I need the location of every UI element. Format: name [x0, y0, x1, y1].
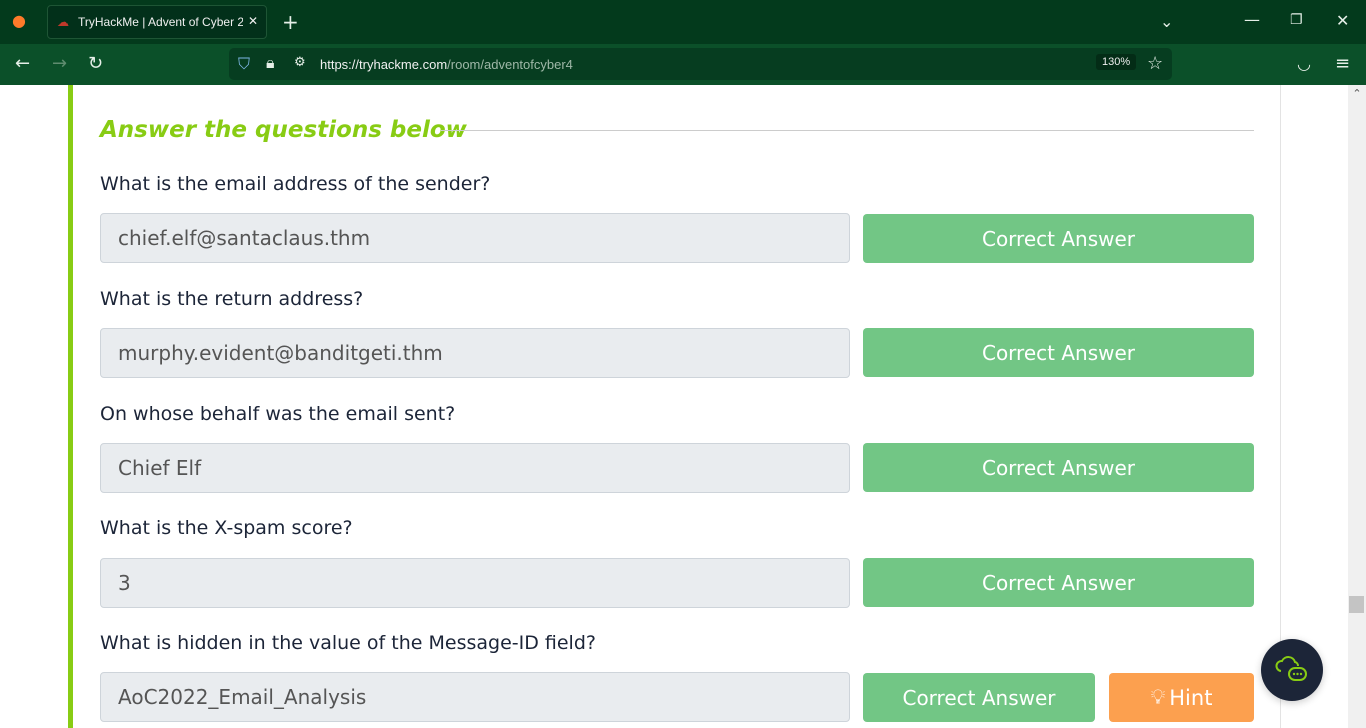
answer-input[interactable]: chief.elf@santaclaus.thm [100, 213, 850, 263]
shield-icon[interactable]: ⛉ [238, 56, 250, 72]
tryhackme-icon: ☁ [57, 15, 69, 29]
correct-answer-button[interactable]: Correct Answer [863, 443, 1254, 492]
question-text: What is hidden in the value of the Messa… [100, 632, 596, 654]
menu-icon[interactable]: ≡ [1335, 55, 1350, 73]
close-window-icon[interactable]: ✕ [1336, 13, 1349, 29]
lightbulb-icon: 💡︎ [1150, 685, 1166, 709]
reload-icon[interactable]: ↻ [88, 55, 103, 73]
scroll-up-icon[interactable]: ⌃ [1348, 87, 1366, 100]
hint-button[interactable]: 💡︎ Hint [1109, 673, 1254, 722]
back-icon[interactable]: ← [15, 55, 30, 73]
hint-label: Hint [1169, 685, 1213, 710]
section-heading: Answer the questions below [100, 117, 467, 143]
zoom-level[interactable]: 130% [1096, 54, 1137, 70]
question-text: What is the X-spam score? [100, 517, 353, 539]
forward-icon: → [52, 53, 68, 74]
firefox-icon[interactable]: ● [12, 13, 26, 29]
answer-input[interactable]: AoC2022_Email_Analysis [100, 672, 850, 722]
pocket-icon[interactable]: ◡ [1297, 56, 1311, 72]
question-text: What is the return address? [100, 288, 364, 310]
lock-icon[interactable]: 🔒︎ [266, 55, 275, 71]
accent-bar [68, 85, 73, 728]
tab-title: TryHackMe | Advent of Cyber 2022 [78, 15, 243, 29]
question-text: What is the email address of the sender? [100, 173, 491, 195]
answer-input[interactable]: Chief Elf [100, 443, 850, 493]
chat-cloud-icon [1275, 656, 1307, 681]
restore-icon[interactable]: ❐ [1290, 13, 1303, 27]
scrollbar-thumb[interactable] [1349, 596, 1364, 613]
scrollbar[interactable]: ⌃ [1348, 85, 1366, 728]
correct-answer-button[interactable]: Correct Answer [863, 673, 1095, 722]
divider [441, 130, 1254, 131]
permissions-icon[interactable]: ⚙ [294, 56, 306, 69]
url-text[interactable]: https://tryhackme.com/room/adventofcyber… [320, 57, 573, 72]
new-tab-icon[interactable]: + [282, 12, 299, 32]
answer-input[interactable]: murphy.evident@banditgeti.thm [100, 328, 850, 378]
question-text: On whose behalf was the email sent? [100, 403, 456, 425]
answer-input[interactable]: 3 [100, 558, 850, 608]
browser-tab[interactable]: ☁ TryHackMe | Advent of Cyber 2022 ✕ [47, 5, 267, 39]
list-tabs-icon[interactable]: ⌄ [1160, 14, 1173, 30]
url-host: https://tryhackme.com [320, 57, 448, 72]
divider [1280, 85, 1281, 728]
bookmark-star-icon[interactable]: ☆ [1147, 55, 1163, 73]
chat-button[interactable] [1261, 639, 1323, 701]
minimize-icon[interactable]: — [1244, 12, 1260, 28]
url-path: /room/adventofcyber4 [447, 57, 573, 72]
close-tab-icon[interactable]: ✕ [248, 14, 258, 28]
correct-answer-button[interactable]: Correct Answer [863, 214, 1254, 263]
correct-answer-button[interactable]: Correct Answer [863, 558, 1254, 607]
correct-answer-button[interactable]: Correct Answer [863, 328, 1254, 377]
